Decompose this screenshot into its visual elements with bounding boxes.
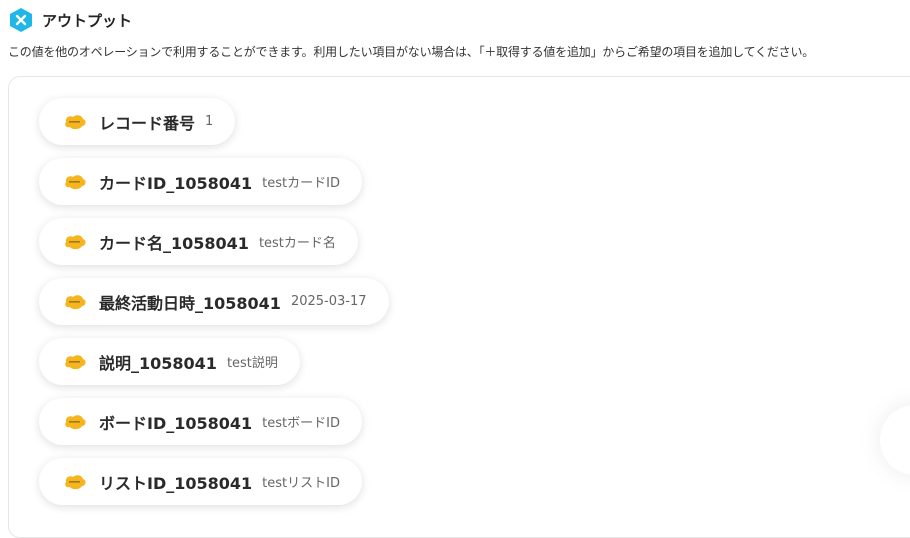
output-header: アウトプット [8,6,132,34]
output-value: testリストID [262,476,340,491]
app-logo-icon [63,474,87,490]
output-title: アウトプット [42,11,133,30]
output-chip[interactable]: リストID_1058041 testリストID [39,458,362,505]
output-key: カードID_1058041 [99,173,253,193]
app-logo-icon [63,114,87,130]
output-key: カード名_1058041 [99,233,249,253]
output-description: この値を他のオペレーションで利用することができます。利用したい項目がない場合は、… [8,45,815,59]
output-value: 2025-03-17 [290,294,367,309]
output-chip[interactable]: カード名_1058041 testカード名 [39,218,358,265]
output-key: 最終活動日時_1058041 [99,293,281,313]
output-chip[interactable]: 説明_1058041 test説明 [39,338,300,385]
output-value: test説明 [226,356,278,371]
app-logo-icon [63,174,87,190]
output-key: レコード番号 [99,113,196,133]
output-chip[interactable]: カードID_1058041 testカードID [39,158,362,205]
app-logo-icon [63,354,87,370]
output-key: 説明_1058041 [99,353,217,373]
yoom-x-icon [8,7,34,33]
output-chip[interactable]: ボードID_1058041 testボードID [39,398,362,445]
output-chip[interactable]: レコード番号 1 [39,98,236,145]
output-key: ボードID_1058041 [99,413,253,433]
app-logo-icon [63,414,87,430]
output-value: testカードID [262,176,340,191]
output-value: testボードID [262,416,340,431]
app-logo-icon [63,294,87,310]
output-chip-list: レコード番号 1 カードID_1058041 testカードID カード名_10… [39,98,389,518]
output-value: testカード名 [258,236,336,251]
output-value: 1 [205,114,214,129]
output-key: リストID_1058041 [99,473,253,493]
app-logo-icon [63,234,87,250]
output-chip[interactable]: 最終活動日時_1058041 2025-03-17 [39,278,389,325]
